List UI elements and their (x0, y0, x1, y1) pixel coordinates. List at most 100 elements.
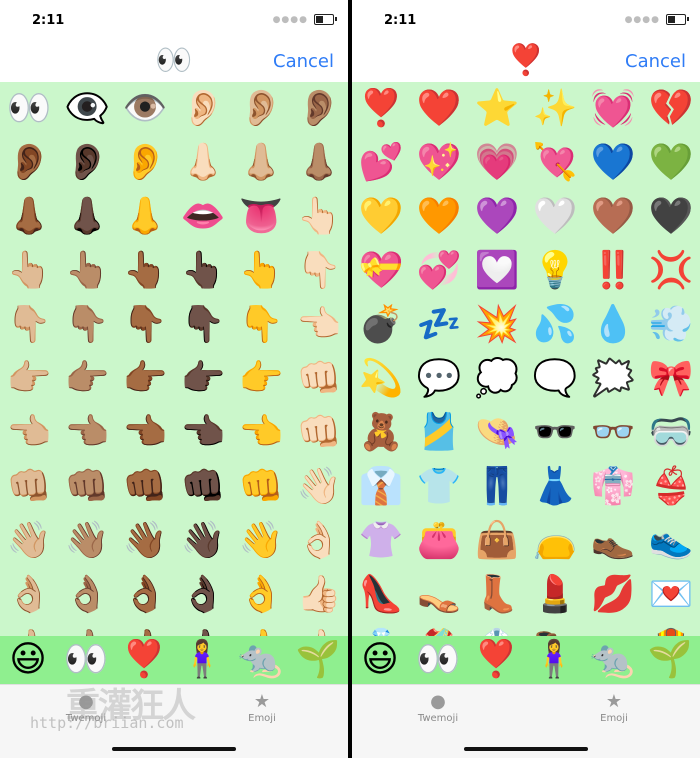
emoji-cell[interactable]: 👇 (232, 298, 290, 352)
emoji-cell[interactable]: 🥼 (468, 622, 526, 637)
emoji-cell[interactable]: 👂🏻 (174, 82, 232, 136)
emoji-cell[interactable]: 👗 (526, 460, 584, 514)
emoji-cell[interactable]: 👋🏽 (58, 514, 116, 568)
emoji-cell[interactable]: 👃 (116, 190, 174, 244)
emoji-grid-area[interactable]: ❣️ ❤️ ⭐ ✨ 💓 💔 💕 💖 💗 💘 💙 💚 💛 🧡 💜 🤍 🤎 🖤 💝 💞 💟 💡 ‼️ 💢 💣 💤 💥 💦 💧 💨 💫 💬 💭 🗨️ 🗯️… (352, 82, 700, 636)
emoji-grid-area[interactable]: 👀 👁️‍🗨️ 👁️ 👂🏻 👂🏼 👂🏽 👂🏾 👂🏿 👂 👃🏻 👃🏼 👃🏽 👃🏾 👃🏿 👃 👄 👅 👆🏻 👆🏼 👆🏽 👆🏾… (0, 82, 348, 636)
tab-emoji[interactable]: ★ Emoji (202, 691, 322, 724)
emoji-cell[interactable]: 👃🏻 (174, 136, 232, 190)
emoji-cell[interactable]: 👍🏼 (0, 622, 58, 637)
emoji-cell[interactable]: 🥾 (526, 622, 584, 637)
emoji-cell[interactable]: 👌🏿 (174, 568, 232, 622)
emoji-cell[interactable]: 👂🏿 (58, 136, 116, 190)
emoji-cell[interactable]: 👇🏾 (116, 298, 174, 352)
emoji-cell[interactable]: 👊🏽 (58, 460, 116, 514)
emoji-cell[interactable]: 💗 (468, 136, 526, 190)
emoji-cell[interactable]: 💬 (410, 352, 468, 406)
emoji-cell[interactable]: 👋🏻 (290, 460, 348, 514)
emoji-cell[interactable]: 👌 (232, 568, 290, 622)
category-item[interactable]: ❣️ (472, 642, 520, 678)
emoji-cell[interactable]: 💌 (642, 568, 700, 622)
emoji-cell[interactable]: 💛 (352, 190, 410, 244)
emoji-cell[interactable]: 🧡 (410, 190, 468, 244)
emoji-cell[interactable]: 🎽 (410, 406, 468, 460)
emoji-cell[interactable]: 🤍 (526, 190, 584, 244)
emoji-cell[interactable]: 🥿 (584, 622, 642, 637)
emoji-cell[interactable]: 👂 (116, 136, 174, 190)
emoji-cell[interactable]: 🗨️ (526, 352, 584, 406)
emoji-cell[interactable]: 👊 (232, 460, 290, 514)
emoji-cell[interactable]: 👋🏿 (174, 514, 232, 568)
emoji-cell[interactable]: 👍🏾 (116, 622, 174, 637)
emoji-cell[interactable]: 🎀 (642, 352, 700, 406)
emoji-cell[interactable]: 👁️ (116, 82, 174, 136)
emoji-cell[interactable]: 💜 (468, 190, 526, 244)
emoji-cell[interactable]: 👊🏿 (174, 460, 232, 514)
category-item[interactable]: 🧍‍♀️ (178, 642, 226, 678)
emoji-cell[interactable]: 👠 (352, 568, 410, 622)
emoji-cell[interactable]: 👊🏼 (0, 460, 58, 514)
emoji-cell[interactable]: 💤 (410, 298, 468, 352)
emoji-cell[interactable]: 👈🏽 (58, 406, 116, 460)
emoji-cell[interactable]: 💋 (584, 568, 642, 622)
emoji-cell[interactable]: 👆🏾 (116, 244, 174, 298)
emoji-cell[interactable]: 👇🏽 (58, 298, 116, 352)
emoji-cell[interactable]: 💢 (642, 244, 700, 298)
emoji-cell[interactable]: ✨ (526, 82, 584, 136)
emoji-cell[interactable]: 👘 (584, 460, 642, 514)
emoji-cell[interactable]: 👆🏿 (174, 244, 232, 298)
emoji-cell[interactable]: 💄 (526, 568, 584, 622)
emoji-cell[interactable]: 👍🏽 (58, 622, 116, 637)
emoji-cell[interactable]: 👍 (232, 622, 290, 637)
emoji-cell[interactable]: 👔 (352, 460, 410, 514)
emoji-cell[interactable]: 💞 (410, 244, 468, 298)
category-item[interactable]: ❣️ (120, 642, 168, 678)
emoji-cell[interactable]: 👈🏿 (174, 406, 232, 460)
emoji-cell[interactable]: 💭 (468, 352, 526, 406)
emoji-cell[interactable]: 👇🏼 (0, 298, 58, 352)
emoji-cell[interactable]: 👃🏽 (290, 136, 348, 190)
emoji-cell[interactable]: ‼️ (584, 244, 642, 298)
emoji-cell[interactable]: 👆🏽 (58, 244, 116, 298)
cancel-button[interactable]: Cancel (273, 51, 334, 72)
emoji-cell[interactable]: 🖤 (642, 190, 700, 244)
emoji-cell[interactable]: 👍🏿 (174, 622, 232, 637)
emoji-cell[interactable]: 💍 (352, 622, 410, 637)
emoji-cell[interactable]: 👇🏿 (174, 298, 232, 352)
emoji-cell[interactable]: 👉🏼 (0, 352, 58, 406)
emoji-cell[interactable]: 👀 (0, 82, 58, 136)
emoji-cell[interactable]: 💫 (352, 352, 410, 406)
emoji-cell[interactable]: 👋🏼 (0, 514, 58, 568)
emoji-cell[interactable]: 👌🏻 (290, 514, 348, 568)
tab-emoji[interactable]: ★ Emoji (554, 691, 674, 724)
emoji-cell[interactable]: 👆🏻 (290, 190, 348, 244)
emoji-cell[interactable]: 💟 (468, 244, 526, 298)
emoji-cell[interactable]: 🥻 (410, 622, 468, 637)
emoji-cell[interactable]: 👛 (410, 514, 468, 568)
category-item[interactable]: 🐀 (588, 642, 636, 678)
emoji-cell[interactable]: 👉🏽 (58, 352, 116, 406)
emoji-cell[interactable]: 👉🏾 (116, 352, 174, 406)
emoji-cell[interactable]: 👕 (410, 460, 468, 514)
emoji-cell[interactable]: 💓 (584, 82, 642, 136)
emoji-cell[interactable]: 👂🏽 (290, 82, 348, 136)
category-item[interactable]: 🌱 (294, 642, 342, 678)
emoji-cell[interactable]: 👈🏻 (290, 298, 348, 352)
category-item[interactable]: 👀 (414, 642, 462, 678)
emoji-cell[interactable]: 💚 (642, 136, 700, 190)
emoji-cell[interactable]: 🕶️ (526, 406, 584, 460)
emoji-cell[interactable]: 💡 (526, 244, 584, 298)
cancel-button[interactable]: Cancel (625, 51, 686, 72)
emoji-cell[interactable]: 💙 (584, 136, 642, 190)
category-item[interactable]: 🌱 (646, 642, 694, 678)
emoji-cell[interactable]: 👡 (410, 568, 468, 622)
emoji-cell[interactable]: 👟 (642, 514, 700, 568)
category-item[interactable]: 👀 (62, 642, 110, 678)
emoji-cell[interactable]: 👓 (584, 406, 642, 460)
category-item[interactable]: 😃 (356, 642, 404, 678)
category-item[interactable]: 😃 (4, 642, 52, 678)
emoji-cell[interactable]: 💖 (410, 136, 468, 190)
tab-twemoji[interactable]: ● Twemoji (378, 691, 498, 724)
emoji-cell[interactable]: ⭐ (468, 82, 526, 136)
emoji-cell[interactable]: 👄 (174, 190, 232, 244)
